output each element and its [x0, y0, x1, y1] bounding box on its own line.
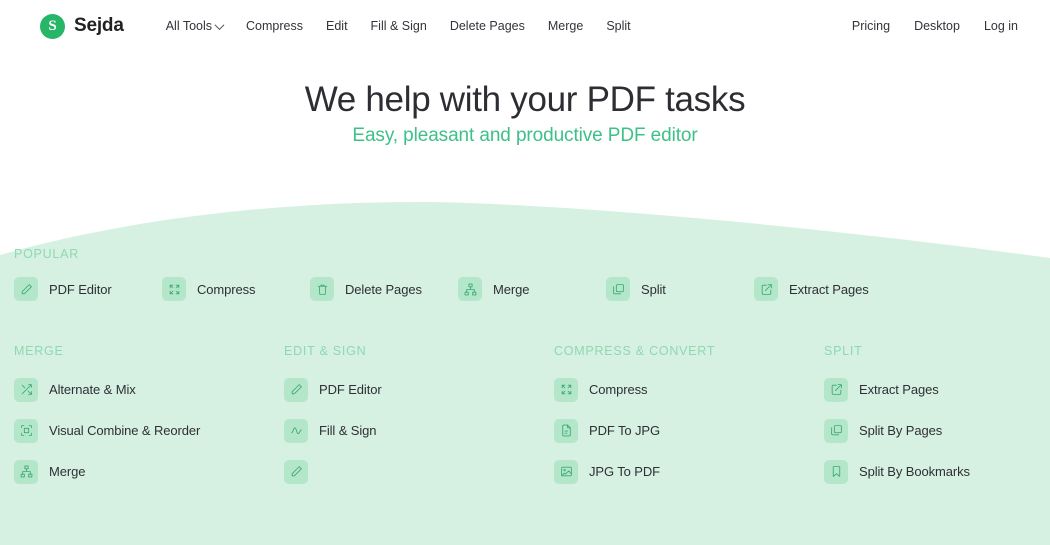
chevron-down-icon	[214, 19, 225, 30]
page-subtitle: Easy, pleasant and productive PDF editor	[352, 125, 698, 147]
primary-navigation: All Tools Compress Edit Fill & Sign Dele…	[166, 19, 631, 33]
tool-label: Delete Pages	[345, 281, 422, 297]
tool-extract-pages[interactable]: Extract Pages	[754, 272, 914, 306]
nav-item-delete-pages[interactable]: Delete Pages	[450, 19, 525, 33]
tool-extract-pages-category[interactable]: Extract Pages	[824, 369, 970, 410]
tool-label: PDF Editor	[49, 281, 112, 297]
tool-label: JPG To PDF	[589, 464, 661, 480]
nav-item-fill-and-sign[interactable]: Fill & Sign	[371, 19, 427, 33]
external-link-icon	[754, 277, 778, 302]
tool-label: Compress	[589, 382, 648, 398]
hero-section: We help with your PDF tasks Easy, pleasa…	[0, 52, 1050, 147]
signature-icon	[284, 418, 308, 443]
shuffle-icon	[14, 377, 38, 402]
frame-icon	[14, 418, 38, 443]
tool-categories-grid: MERGE Alternate & Mix Visual Combine & R…	[14, 344, 1036, 492]
nav-item-login[interactable]: Log in	[984, 19, 1018, 33]
sitemap-icon	[14, 459, 38, 484]
tool-merge[interactable]: Merge	[458, 272, 606, 306]
document-icon	[554, 418, 578, 443]
nav-item-label: All Tools	[165, 19, 213, 33]
popular-tools-row: PDF Editor Compress Delete Pages Merge S…	[14, 272, 1036, 306]
tool-label: PDF To JPG	[589, 423, 661, 439]
image-icon	[554, 459, 578, 484]
tool-label: Visual Combine & Reorder	[49, 423, 201, 439]
tool-label: Extract Pages	[859, 382, 939, 398]
category-compress-and-convert: COMPRESS & CONVERT Compress PDF To JPG J…	[554, 344, 824, 492]
tool-compress[interactable]: Compress	[162, 272, 310, 306]
nav-item-pricing[interactable]: Pricing	[852, 19, 890, 33]
tool-split[interactable]: Split	[606, 272, 754, 306]
section-label-popular: POPULAR	[14, 247, 79, 262]
section-label-edit-and-sign: EDIT & SIGN	[284, 344, 367, 359]
section-label-compress-and-convert: COMPRESS & CONVERT	[554, 344, 716, 359]
pencil-icon	[284, 377, 308, 402]
tool-split-by-pages[interactable]: Split By Pages	[824, 410, 970, 451]
tool-compress-category[interactable]: Compress	[554, 369, 824, 410]
tool-jpg-to-pdf[interactable]: JPG To PDF	[554, 451, 824, 492]
sitemap-icon	[458, 277, 482, 302]
tool-label: Fill & Sign	[319, 423, 377, 439]
nav-item-merge[interactable]: Merge	[548, 19, 583, 33]
section-label-merge: MERGE	[14, 344, 64, 359]
nav-item-all-tools[interactable]: All Tools	[165, 19, 225, 33]
tool-pdf-editor[interactable]: PDF Editor	[14, 272, 162, 306]
tool-pdf-editor-category[interactable]: PDF Editor	[284, 369, 554, 410]
tool-label: Compress	[197, 281, 256, 297]
tool-label: PDF Editor	[319, 382, 382, 398]
external-link-icon	[824, 377, 848, 402]
pencil-icon	[284, 459, 308, 484]
tool-alternate-and-mix[interactable]: Alternate & Mix	[14, 369, 284, 410]
secondary-navigation: Pricing Desktop Log in	[852, 19, 1018, 33]
logo[interactable]: S Sejda	[40, 13, 124, 39]
tool-label: Merge	[49, 464, 86, 480]
brand-name: Sejda	[74, 15, 124, 36]
page-title: We help with your PDF tasks	[304, 80, 746, 119]
nav-item-split[interactable]: Split	[606, 19, 630, 33]
section-label-split: SPLIT	[824, 344, 863, 359]
tool-delete-pages[interactable]: Delete Pages	[310, 272, 458, 306]
category-edit-and-sign: EDIT & SIGN PDF Editor Fill & Sign	[284, 344, 554, 492]
tool-label: Extract Pages	[789, 281, 869, 297]
pencil-icon	[14, 277, 38, 302]
tool-label: Merge	[493, 281, 530, 297]
tool-visual-combine-and-reorder[interactable]: Visual Combine & Reorder	[14, 410, 284, 451]
nav-item-edit[interactable]: Edit	[326, 19, 348, 33]
tool-fill-and-sign[interactable]: Fill & Sign	[284, 410, 554, 451]
tool-split-by-bookmarks[interactable]: Split By Bookmarks	[824, 451, 970, 492]
layers-icon	[606, 277, 630, 302]
tool-label: Split By Pages	[859, 423, 943, 439]
layers-icon	[824, 418, 848, 443]
tools-section: POPULAR PDF Editor Compress Delete Pages…	[0, 247, 1050, 492]
tool-edit-sign-third[interactable]	[284, 451, 554, 492]
category-merge: MERGE Alternate & Mix Visual Combine & R…	[14, 344, 284, 492]
category-split: SPLIT Extract Pages Split By Pages Split…	[824, 344, 970, 492]
nav-item-desktop[interactable]: Desktop	[914, 19, 960, 33]
site-header: S Sejda All Tools Compress Edit Fill & S…	[0, 0, 1050, 52]
compress-icon	[162, 277, 186, 302]
tool-merge-category[interactable]: Merge	[14, 451, 284, 492]
trash-icon	[310, 277, 334, 302]
compress-icon	[554, 377, 578, 402]
tool-label: Split	[641, 281, 666, 297]
nav-item-compress[interactable]: Compress	[246, 19, 303, 33]
tool-pdf-to-jpg[interactable]: PDF To JPG	[554, 410, 824, 451]
sejda-logo-icon: S	[40, 13, 65, 39]
tool-label: Split By Bookmarks	[859, 464, 970, 480]
tool-label: Alternate & Mix	[49, 382, 136, 398]
bookmark-icon	[824, 459, 848, 484]
